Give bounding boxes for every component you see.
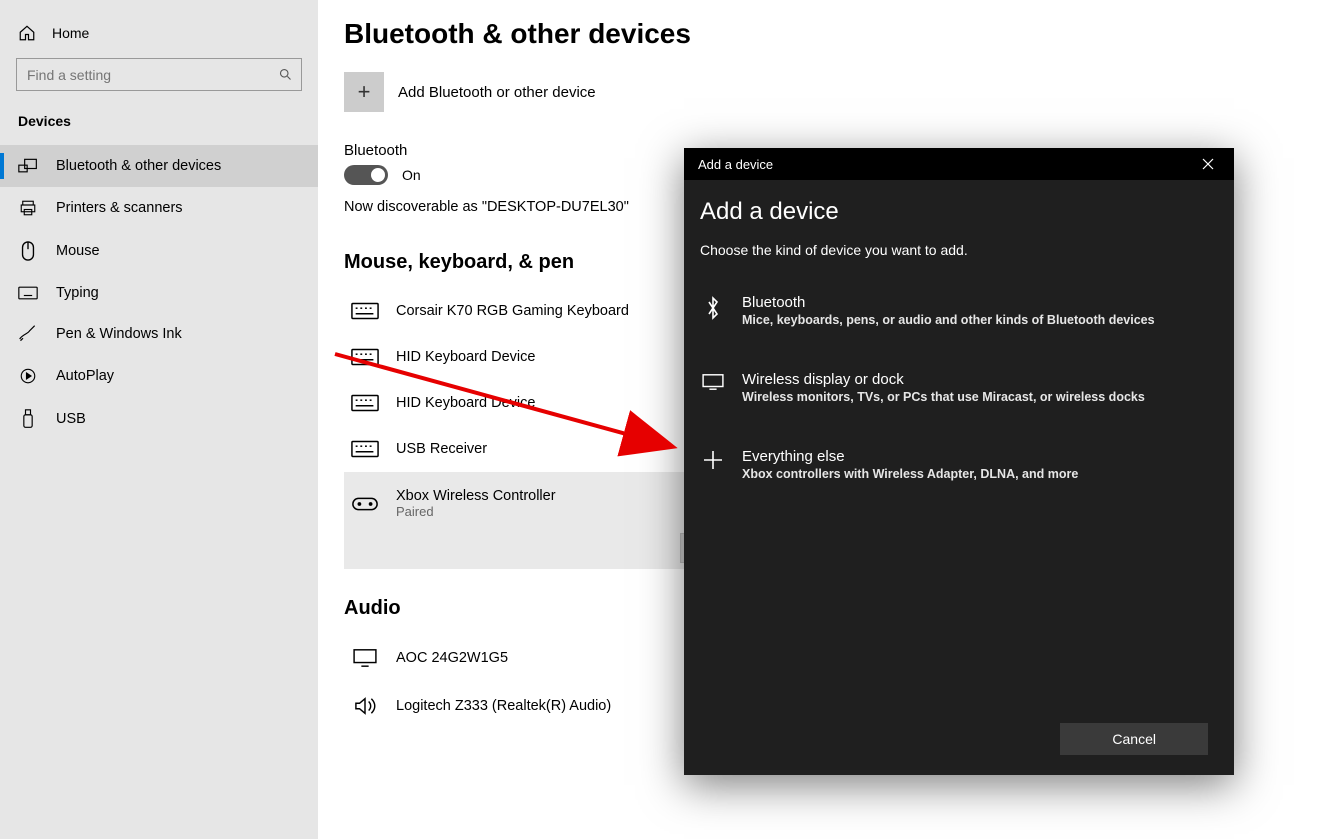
nav-printers-scanners[interactable]: Printers & scanners	[0, 187, 318, 229]
nav-label: Mouse	[56, 243, 100, 259]
autoplay-icon	[18, 367, 38, 385]
plus-icon: +	[344, 72, 384, 112]
nav-typing[interactable]: Typing	[0, 273, 318, 313]
home-icon	[18, 24, 36, 42]
device-name: HID Keyboard Device	[396, 395, 535, 411]
home-label: Home	[52, 25, 89, 41]
dialog-titlebar: Add a device	[684, 148, 1234, 180]
close-icon[interactable]	[1196, 156, 1220, 172]
device-name: Xbox Wireless Controller	[396, 488, 556, 504]
sidebar: Home Devices Bluetooth & other devices	[0, 0, 318, 839]
cancel-button[interactable]: Cancel	[1060, 723, 1208, 755]
pen-icon	[18, 325, 38, 343]
dialog-heading: Add a device	[700, 198, 1218, 226]
keyboard-icon	[350, 302, 380, 320]
mouse-icon	[18, 241, 38, 261]
device-name: Corsair K70 RGB Gaming Keyboard	[396, 303, 629, 319]
option-everything-else[interactable]: Everything else Xbox controllers with Wi…	[700, 436, 1218, 501]
option-name: Bluetooth	[742, 294, 1155, 311]
option-desc: Wireless monitors, TVs, or PCs that use …	[742, 390, 1145, 404]
monitor-icon	[700, 371, 726, 391]
monitor-icon	[350, 648, 380, 668]
speaker-icon	[350, 696, 380, 716]
bluetooth-devices-icon	[18, 157, 38, 175]
dialog-subtitle: Choose the kind of device you want to ad…	[700, 242, 1218, 258]
search-input-wrapper[interactable]	[16, 58, 302, 91]
page-title: Bluetooth & other devices	[344, 18, 1338, 50]
nav-label: USB	[56, 411, 86, 427]
usb-icon	[18, 409, 38, 429]
keyboard-icon	[18, 286, 38, 300]
device-name: Logitech Z333 (Realtek(R) Audio)	[396, 698, 611, 714]
plus-icon	[700, 448, 726, 470]
add-device-button[interactable]: + Add Bluetooth or other device	[344, 72, 1338, 112]
bluetooth-icon	[700, 294, 726, 320]
option-wireless-display[interactable]: Wireless display or dock Wireless monito…	[700, 359, 1218, 424]
keyboard-icon	[350, 440, 380, 458]
bluetooth-toggle[interactable]	[344, 165, 388, 185]
printer-icon	[18, 199, 38, 217]
device-name: USB Receiver	[396, 441, 487, 457]
nav-autoplay[interactable]: AutoPlay	[0, 355, 318, 397]
nav-label: Bluetooth & other devices	[56, 158, 221, 174]
nav-label: AutoPlay	[56, 368, 114, 384]
nav-usb[interactable]: USB	[0, 397, 318, 441]
option-desc: Xbox controllers with Wireless Adapter, …	[742, 467, 1078, 481]
keyboard-icon	[350, 394, 380, 412]
nav-mouse[interactable]: Mouse	[0, 229, 318, 273]
search-container	[0, 52, 318, 101]
search-icon	[278, 67, 293, 82]
option-bluetooth[interactable]: Bluetooth Mice, keyboards, pens, or audi…	[700, 282, 1218, 347]
nav-label: Printers & scanners	[56, 200, 183, 216]
device-status: Paired	[396, 504, 556, 519]
option-desc: Mice, keyboards, pens, or audio and othe…	[742, 313, 1155, 327]
option-name: Wireless display or dock	[742, 371, 1145, 388]
home-button[interactable]: Home	[0, 14, 318, 52]
dialog-titlebar-text: Add a device	[698, 157, 773, 172]
search-input[interactable]	[27, 67, 278, 83]
nav-bluetooth-other-devices[interactable]: Bluetooth & other devices	[0, 145, 318, 187]
keyboard-icon	[350, 348, 380, 366]
device-name: AOC 24G2W1G5	[396, 650, 508, 666]
device-name: HID Keyboard Device	[396, 349, 535, 365]
gamepad-icon	[350, 494, 380, 514]
bluetooth-toggle-state: On	[402, 167, 421, 183]
nav-label: Typing	[56, 285, 99, 301]
nav-label: Pen & Windows Ink	[56, 326, 182, 342]
nav-pen-windows-ink[interactable]: Pen & Windows Ink	[0, 313, 318, 355]
section-label: Devices	[0, 101, 318, 145]
add-device-dialog: Add a device Add a device Choose the kin…	[684, 148, 1234, 775]
option-name: Everything else	[742, 448, 1078, 465]
add-device-label: Add Bluetooth or other device	[398, 84, 596, 101]
